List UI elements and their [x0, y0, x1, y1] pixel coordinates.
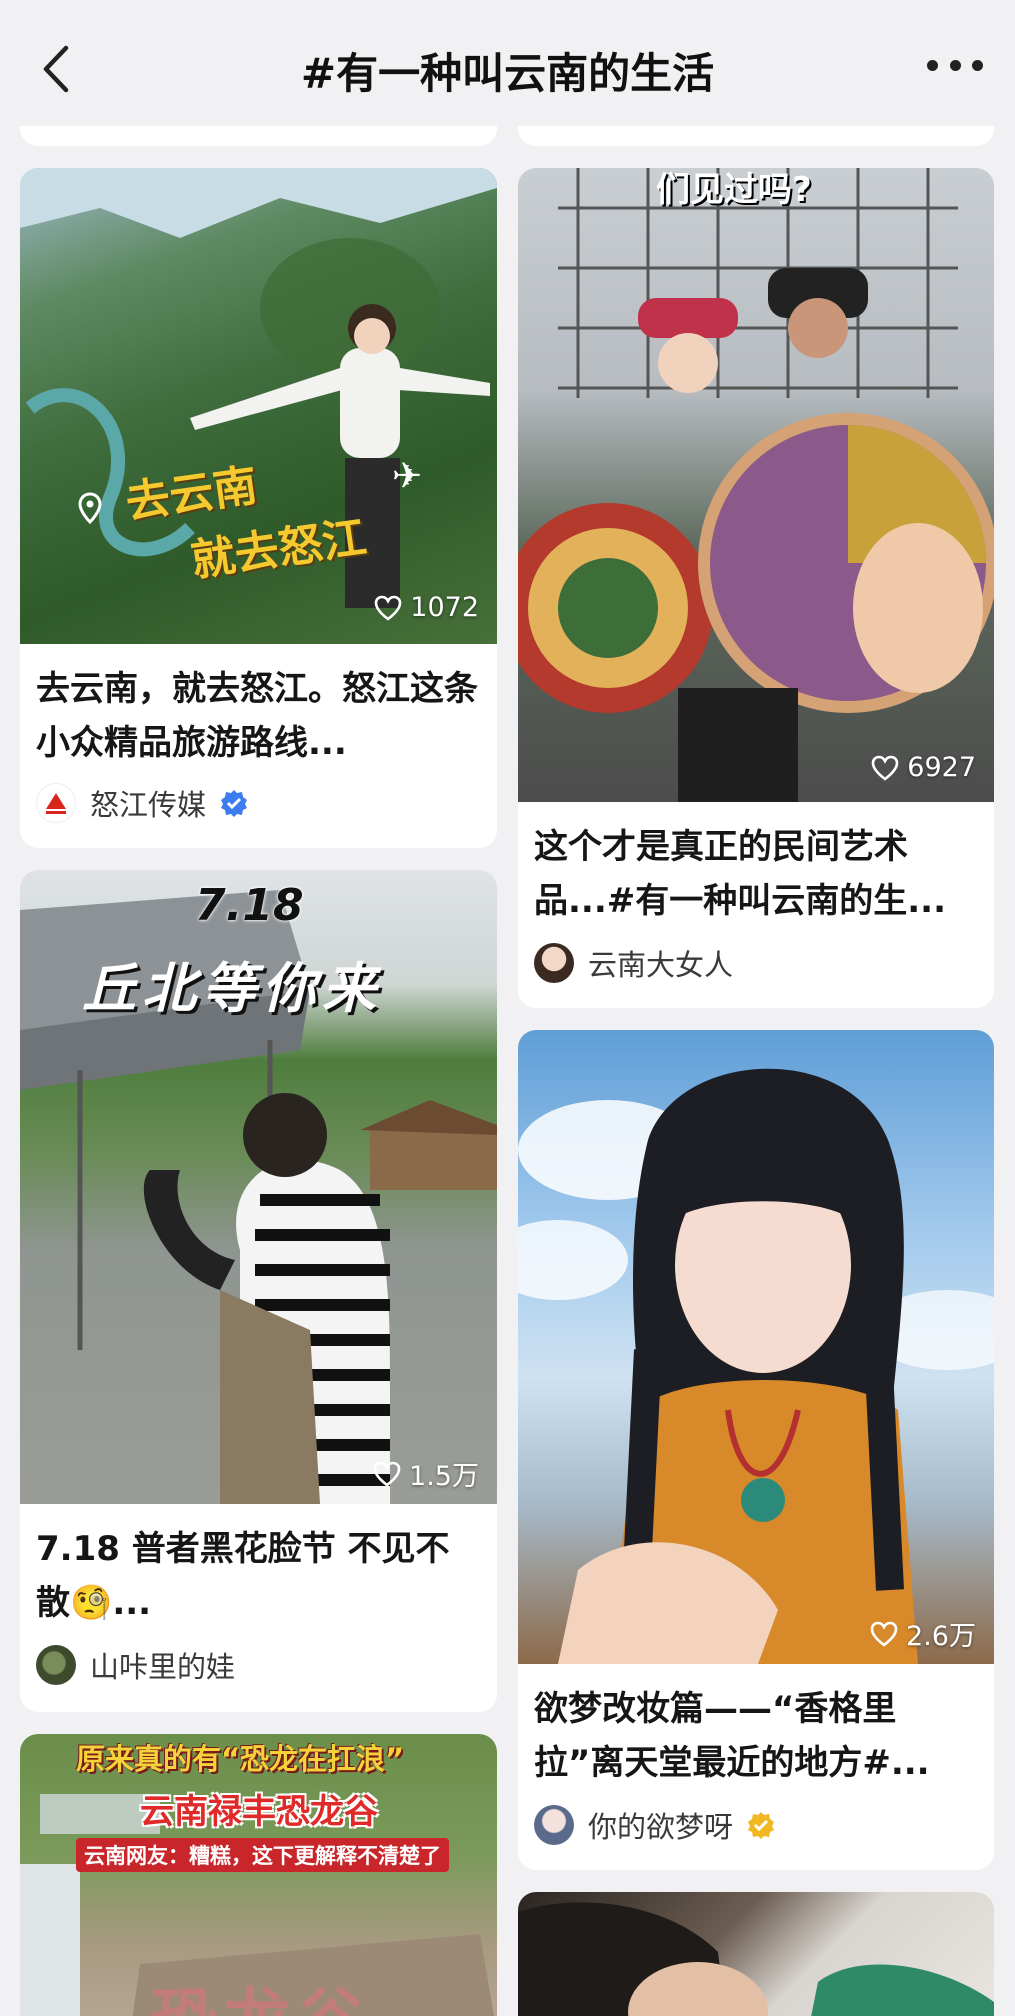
- verified-badge-icon: [221, 790, 248, 817]
- card-author[interactable]: 云南大女人: [534, 942, 733, 984]
- heart-icon: [871, 755, 899, 781]
- card-caption: 欲梦改妆篇——“香格里拉”离天堂最近的地方#...: [534, 1689, 930, 1783]
- card-author[interactable]: 怒江传媒: [36, 782, 248, 824]
- card-cover-image: [518, 1892, 994, 2016]
- location-pin-icon: [78, 492, 102, 528]
- author-name: 你的欲梦呀: [588, 1810, 734, 1844]
- card-cover-image: 们见过吗?: [518, 168, 994, 802]
- like-count: 1.5万: [373, 1454, 479, 1493]
- cover-title: 们见过吗?: [656, 170, 812, 210]
- card-cover-image: 原来真的有“恐龙在扛浪” 云南禄丰恐龙谷 云南网友：糟糕，这下更解释不清楚了 恐…: [20, 1734, 497, 2016]
- avatar: [534, 943, 574, 983]
- avatar: [534, 1805, 574, 1845]
- feed-card[interactable]: [518, 1892, 994, 2016]
- heart-icon: [870, 1621, 898, 1647]
- author-name: 怒江传媒: [90, 788, 207, 822]
- avatar: [36, 783, 76, 823]
- avatar: [36, 1645, 76, 1685]
- airplane-icon: ✈: [392, 456, 423, 497]
- card-author[interactable]: 你的欲梦呀: [534, 1804, 775, 1846]
- author-name: 山咔里的娃: [90, 1650, 236, 1684]
- like-count-value: 1.5万: [409, 1461, 479, 1492]
- cover-title-line1: 原来真的有“恐龙在扛浪”: [76, 1742, 405, 1776]
- like-count: 1072: [374, 592, 479, 623]
- header-bar: #有一种叫云南的生活: [0, 0, 1015, 126]
- feed-card[interactable]: 们见过吗? 6927 这个才是真正的民间艺术品...#有一种叫云南的生... 云…: [518, 168, 994, 1008]
- feed-card[interactable]: 7.18 丘北等你来 1.5万 7.18 普者黑花脸节 不见不散🧐... 山咔里…: [20, 870, 497, 1712]
- cover-title-line1: 7.18: [195, 880, 304, 931]
- card-cover-image: [518, 1030, 994, 1664]
- cover-subtitle: 云南网友：糟糕，这下更解释不清楚了: [76, 1838, 449, 1872]
- like-count-value: 1072: [410, 592, 479, 623]
- card-caption: 去云南，就去怒江。怒江这条小众精品旅游路线...: [36, 669, 478, 763]
- more-options-icon[interactable]: [927, 60, 983, 76]
- card-caption: 7.18 普者黑花脸节 不见不散🧐...: [36, 1529, 450, 1623]
- feed-card[interactable]: 2.6万 欲梦改妆篇——“香格里拉”离天堂最近的地方#... 你的欲梦呀: [518, 1030, 994, 1870]
- heart-icon: [373, 1461, 401, 1487]
- like-count-value: 6927: [907, 752, 976, 783]
- card-caption: 这个才是真正的民间艺术品...#有一种叫云南的生...: [534, 827, 946, 921]
- cover-title-line2: 丘北等你来: [82, 957, 382, 1020]
- feed-card[interactable]: 去云南 就去怒江 ✈ 1072 去云南，就去怒江。怒江这条小众精品旅游路线...…: [20, 168, 497, 848]
- cover-title-line2: 云南禄丰恐龙谷: [140, 1792, 378, 1832]
- feed-card[interactable]: 原来真的有“恐龙在扛浪” 云南禄丰恐龙谷 云南网友：糟糕，这下更解释不清楚了 恐…: [20, 1734, 497, 2016]
- card-cover-image: 去云南 就去怒江 ✈: [20, 168, 497, 644]
- like-count: 2.6万: [870, 1614, 976, 1653]
- cover-sign-text: 恐龙谷: [150, 1966, 372, 2016]
- card-cover-image: 7.18 丘北等你来: [20, 870, 497, 1504]
- heart-icon: [374, 595, 402, 621]
- page-title: #有一种叫云南的生活: [300, 49, 715, 98]
- like-count-value: 2.6万: [906, 1621, 976, 1652]
- like-count: 6927: [871, 752, 976, 783]
- author-name: 云南大女人: [588, 948, 734, 982]
- verified-badge-icon: [748, 1812, 775, 1839]
- card-author[interactable]: 山咔里的娃: [36, 1644, 235, 1686]
